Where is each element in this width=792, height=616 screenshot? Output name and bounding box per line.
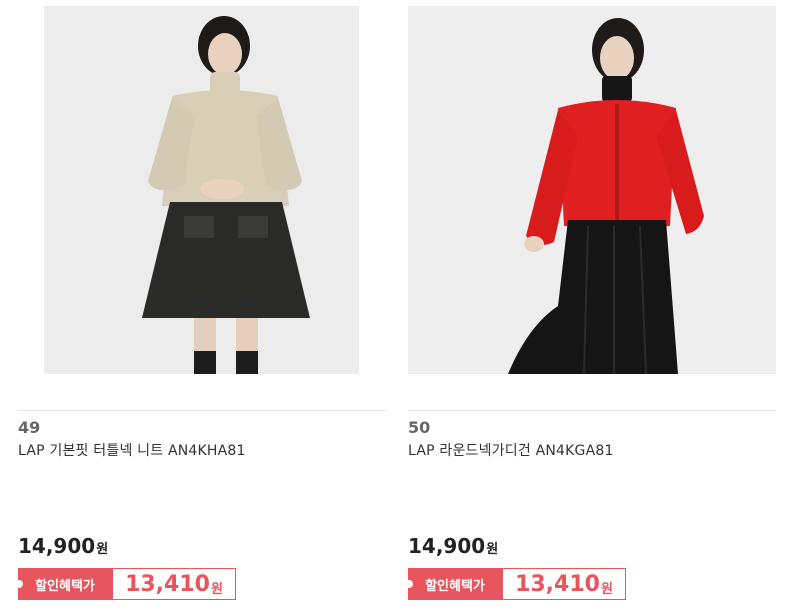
product-name[interactable]: LAP 기본핏 터틀넥 니트 AN4KHA81 — [18, 440, 246, 460]
product-card[interactable]: 50 LAP 라운드넥가디건 AN4KGA81 14,900 원 할인혜택가 1… — [405, 0, 778, 616]
discount-badge: 할인혜택가 13,410 원 — [15, 568, 236, 600]
discount-price-box: 13,410 원 — [502, 568, 626, 600]
discount-label: 할인혜택가 — [35, 578, 95, 594]
discount-unit: 원 — [210, 581, 223, 597]
discount-price: 13,410 — [515, 571, 600, 597]
discount-label: 할인혜택가 — [425, 578, 485, 594]
rank-number: 49 — [18, 418, 41, 437]
price: 14,900 — [408, 534, 486, 558]
price-unit: 원 — [486, 542, 499, 557]
card-divider — [408, 410, 776, 411]
discount-badge: 할인혜택가 13,410 원 — [405, 568, 626, 600]
notch-dot — [405, 580, 413, 588]
price-unit: 원 — [96, 542, 109, 557]
product-card[interactable]: 49 LAP 기본핏 터틀넥 니트 AN4KHA81 14,900 원 할인혜택… — [15, 0, 388, 616]
product-name[interactable]: LAP 라운드넥가디건 AN4KGA81 — [408, 440, 614, 460]
rank-number: 50 — [408, 418, 431, 437]
discount-label-box: 할인혜택가 — [15, 568, 112, 600]
price-row: 14,900 원 — [408, 534, 498, 558]
discount-price-box: 13,410 원 — [112, 568, 236, 600]
discount-label-box: 할인혜택가 — [405, 568, 502, 600]
product-image[interactable] — [44, 6, 359, 374]
product-image[interactable] — [408, 6, 776, 374]
card-divider — [18, 410, 386, 411]
discount-unit: 원 — [600, 581, 613, 597]
discount-price: 13,410 — [125, 571, 210, 597]
price: 14,900 — [18, 534, 96, 558]
price-row: 14,900 원 — [18, 534, 108, 558]
notch-dot — [15, 580, 23, 588]
